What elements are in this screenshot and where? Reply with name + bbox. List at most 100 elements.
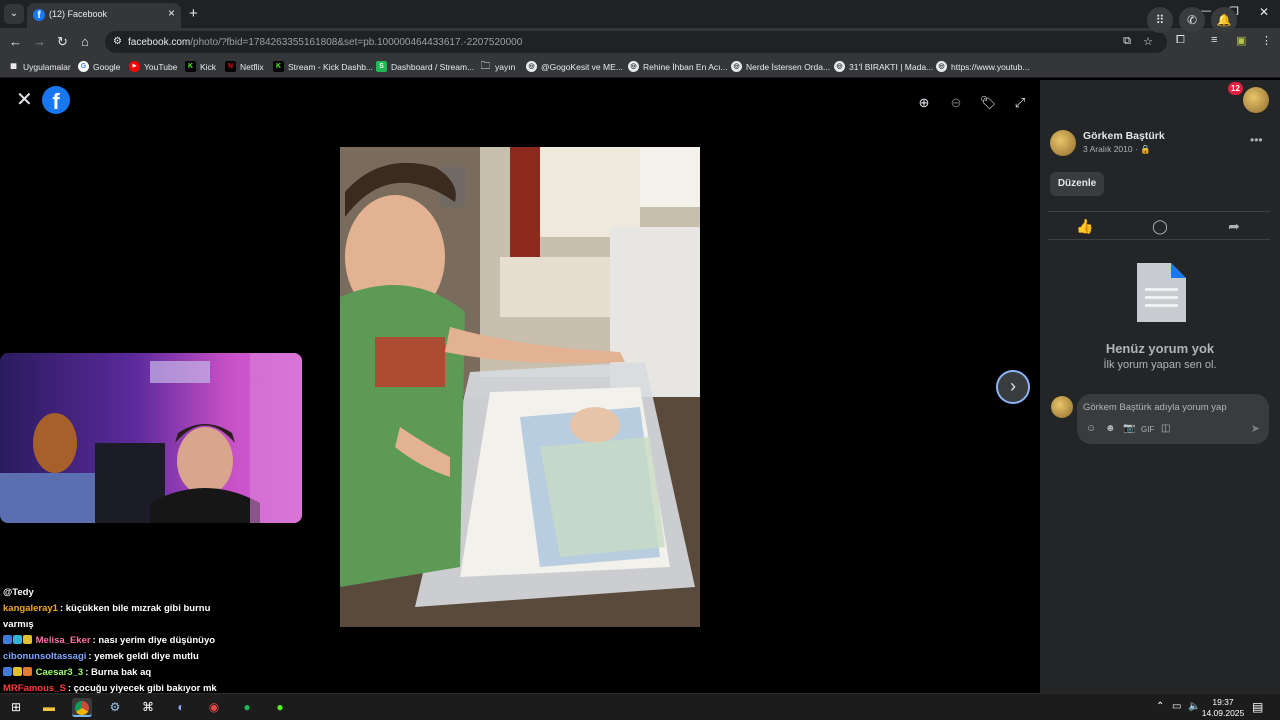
sticker-icon[interactable]: ◫	[1161, 423, 1170, 434]
chrome-taskbar-icon[interactable]	[72, 698, 92, 717]
app-moon-icon[interactable]: ◐	[171, 698, 191, 717]
lock-icon: 🔒	[1140, 144, 1151, 154]
forward-arrow-icon[interactable]: →	[33, 34, 46, 49]
windows-start-icon[interactable]: ⊞	[6, 698, 26, 717]
comment-composer: ☺ ☻ 📷 GIF ◫ ➤	[1077, 394, 1269, 444]
file-explorer-icon[interactable]: ▬	[39, 698, 59, 717]
menu-grid-button[interactable]: ⠿	[1147, 7, 1173, 33]
bookmarks-bar: ▦ Uygulamalar G Google ▶ YouTube K Kick N Net…	[0, 56, 1280, 78]
globe-icon: ◎	[526, 61, 537, 72]
volume-icon[interactable]: 🔈	[1188, 701, 1200, 712]
avatar-sticker-icon[interactable]: ☺	[1086, 423, 1096, 434]
zoom-in-icon[interactable]: ⊕	[913, 92, 935, 114]
bookmark-kick-dashboard[interactable]: K Stream - Kick Dashb...	[273, 61, 373, 72]
bookmark-stream-dashboard[interactable]: S Dashboard / Stream...	[376, 61, 474, 72]
google-icon: G	[78, 61, 89, 72]
globe-icon: ◎	[936, 61, 947, 72]
bookmark-gogokesit[interactable]: ◎ @GogoKesit ve ME...	[526, 61, 623, 72]
taskbar-clock[interactable]: 19:37 14.09.2025	[1200, 697, 1246, 719]
globe-icon: ◎	[834, 61, 845, 72]
network-icon[interactable]: ▭	[1172, 701, 1181, 712]
bookmark-kick[interactable]: K Kick	[185, 61, 216, 72]
emoji-icon[interactable]: ☻	[1105, 423, 1116, 434]
comment-input[interactable]	[1083, 400, 1258, 414]
window-close-icon[interactable]: ✕	[1259, 5, 1269, 19]
notifications-button[interactable]: 🔔	[1211, 7, 1237, 33]
tray-overflow-icon[interactable]: ⌃	[1156, 701, 1164, 712]
close-viewer-icon[interactable]: ✕	[16, 90, 33, 110]
post-date[interactable]: 3 Aralık 2010 · 🔒	[1083, 144, 1151, 155]
tab-title: (12) Facebook	[49, 9, 108, 19]
chat-text: : nası yerim diye düşünüyo	[92, 635, 216, 646]
zoom-out-icon[interactable]: ⊖	[945, 92, 967, 114]
more-options-icon[interactable]: •••	[1250, 133, 1263, 147]
bookmark-rehine[interactable]: ◎ Rehine İhban En Acı...	[628, 61, 728, 72]
globe-icon: ◎	[731, 61, 742, 72]
post-author-avatar[interactable]	[1050, 130, 1076, 156]
address-bar[interactable]: ⚙ facebook.com/photo/?fbid=1784263355161…	[105, 31, 1167, 53]
next-photo-button[interactable]: ›	[996, 370, 1030, 404]
notification-center-icon[interactable]: ▤	[1252, 700, 1263, 714]
like-button[interactable]: 👍	[1075, 217, 1095, 235]
divider	[1048, 239, 1270, 240]
chat-message: Melisa_Eker: nası yerim diye düşünüyo	[0, 633, 320, 649]
chat-text: : Burna bak aq	[85, 667, 152, 678]
tab-close-icon[interactable]: ×	[168, 6, 175, 20]
photo-viewer: ✕ f ⊕ ⊖ 🏷 ⤢ @Tedy kangaleray1: küçükken…	[0, 80, 1040, 694]
back-arrow-icon[interactable]: ←	[9, 34, 22, 49]
facebook-logo-icon[interactable]: f	[42, 86, 70, 114]
bookmark-youtube[interactable]: ▶ YouTube	[129, 61, 177, 72]
bookmark-31i-birakti[interactable]: ◎ 31'İ BIRAKTI | Mada...	[834, 61, 933, 72]
new-tab-plus-icon[interactable]: +	[189, 5, 198, 22]
extensions-puzzle-icon[interactable]: ⧠	[1176, 34, 1185, 47]
facebook-favicon-icon: f	[33, 9, 45, 21]
site-info-icon[interactable]: ⚙	[113, 36, 122, 47]
edit-button[interactable]: Düzenle	[1050, 172, 1104, 196]
windows-taskbar: ⊞ ▬ ⚙ ⌘ ◐ ◉ ● ● ⌃ ▭ 🔈 19:37 14.09.2025 ▤	[0, 693, 1280, 720]
stream-chat: @Tedy kangaleray1: küçükken bile mızrak …	[0, 585, 320, 697]
post-author-name[interactable]: Görkem Baştürk	[1083, 130, 1165, 142]
media-control-icon[interactable]: ≡	[1211, 34, 1217, 46]
bookmark-star-icon[interactable]: ☆	[1143, 35, 1153, 48]
chat-username: Caesar3_3	[35, 667, 84, 678]
gif-icon[interactable]: GIF	[1141, 425, 1154, 434]
no-comments-title: Henüz yorum yok	[1105, 341, 1215, 356]
tab-search-chevron-icon[interactable]: ⌄	[4, 4, 24, 24]
post-photo	[340, 147, 700, 627]
obs-icon[interactable]: ◉	[204, 698, 224, 717]
install-app-icon[interactable]: ⧉	[1123, 35, 1131, 48]
kick-app-icon[interactable]: ●	[270, 698, 290, 717]
account-avatar[interactable]	[1243, 87, 1269, 113]
extension-icon[interactable]: ▣	[1236, 34, 1246, 47]
chrome-menu-icon[interactable]: ⋮	[1261, 34, 1272, 47]
capture-tool-icon[interactable]: ⌘	[138, 698, 158, 717]
fullscreen-icon[interactable]: ⤢	[1009, 92, 1031, 114]
netflix-icon: N	[225, 61, 236, 72]
bookmark-netflix[interactable]: N Netflix	[225, 61, 264, 72]
bookmark-youtube-url[interactable]: ◎ https://www.youtub...	[936, 61, 1029, 72]
browser-toolbar: ← → ↻ ⌂ ⚙ facebook.com/photo/?fbid=17842…	[0, 28, 1280, 56]
chat-username: cibonunsoltassagi	[3, 651, 87, 662]
camera-icon[interactable]: 📷	[1123, 423, 1135, 434]
send-icon[interactable]: ➤	[1251, 422, 1260, 435]
messenger-button[interactable]: ✆	[1179, 7, 1205, 33]
steam-icon[interactable]: ⚙	[105, 698, 125, 717]
url-text: facebook.com/photo/?fbid=178426335516180…	[128, 37, 523, 48]
kick-icon: K	[273, 61, 284, 72]
tab-facebook[interactable]: f (12) Facebook ×	[27, 3, 181, 28]
bookmark-google[interactable]: G Google	[78, 61, 120, 72]
comment-button[interactable]: ◯	[1150, 217, 1170, 235]
share-button[interactable]: ➦	[1224, 217, 1244, 235]
reload-icon[interactable]: ↻	[57, 34, 68, 50]
commenter-avatar	[1051, 396, 1073, 418]
bookmark-apps[interactable]: ▦ Uygulamalar	[8, 61, 71, 72]
bookmark-nerde-istersen[interactable]: ◎ Nerde İstersen Orda...	[731, 61, 830, 72]
bookmark-folder-yayin[interactable]: 🗀 yayın	[480, 61, 516, 72]
chat-message: cibonunsoltassagi: yemek geldi diye mutl…	[0, 649, 320, 665]
home-icon[interactable]: ⌂	[81, 34, 89, 49]
chat-badge-icon	[3, 635, 12, 644]
photo-scene	[340, 147, 700, 627]
tag-icon[interactable]: 🏷	[977, 92, 999, 114]
spotify-icon[interactable]: ●	[237, 698, 257, 717]
chat-badge-icon	[23, 635, 32, 644]
